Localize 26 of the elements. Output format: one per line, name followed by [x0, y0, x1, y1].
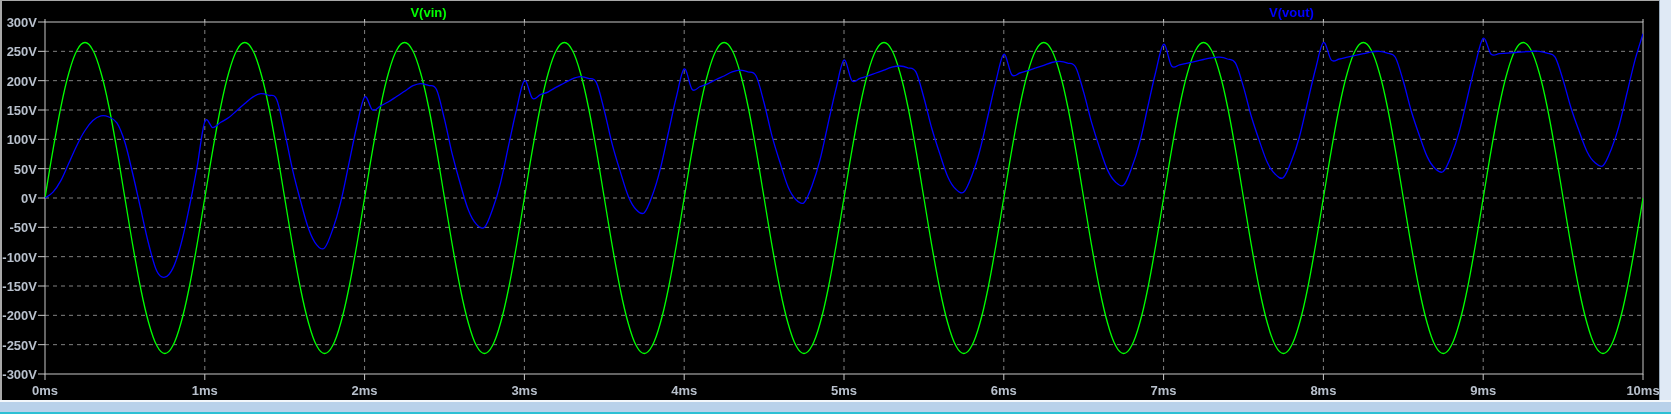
axis-tick-label: -100V — [2, 249, 37, 265]
axis-tick-label: 100V — [6, 132, 37, 148]
trace-label: V(vin) — [410, 5, 447, 20]
axis-tick-label: 10ms — [1626, 383, 1660, 398]
axis-tick-label: 250V — [6, 44, 37, 60]
axis-tick-label: 200V — [6, 73, 37, 89]
axis-tick-label: 1ms — [191, 383, 218, 398]
axis-tick-label: 2ms — [351, 383, 378, 398]
axis-tick-label: 9ms — [1470, 383, 1497, 398]
axis-tick-label: 6ms — [990, 383, 1017, 398]
axis-tick-label: -200V — [2, 308, 37, 324]
axis-tick-label: -250V — [2, 337, 37, 353]
axis-tick-label: 0ms — [32, 383, 58, 398]
axis-tick-label: -150V — [2, 279, 37, 294]
axis-tick-label: 300V — [6, 15, 37, 30]
axis-tick-label: 150V — [6, 103, 37, 118]
axis-tick-label: 8ms — [1310, 383, 1337, 398]
axis-tick-label: 4ms — [671, 383, 698, 398]
axis-tick-label: 0V — [21, 191, 37, 206]
axis-tick-label: -50V — [9, 220, 37, 236]
axis-tick-label: 50V — [13, 161, 37, 177]
axis-tick-label: 7ms — [1150, 383, 1177, 398]
axis-tick-label: 3ms — [511, 383, 538, 398]
axis-tick-label: -300V — [2, 367, 37, 382]
axis-tick-label: 5ms — [831, 383, 857, 398]
trace-label: V(vout) — [1269, 5, 1314, 20]
